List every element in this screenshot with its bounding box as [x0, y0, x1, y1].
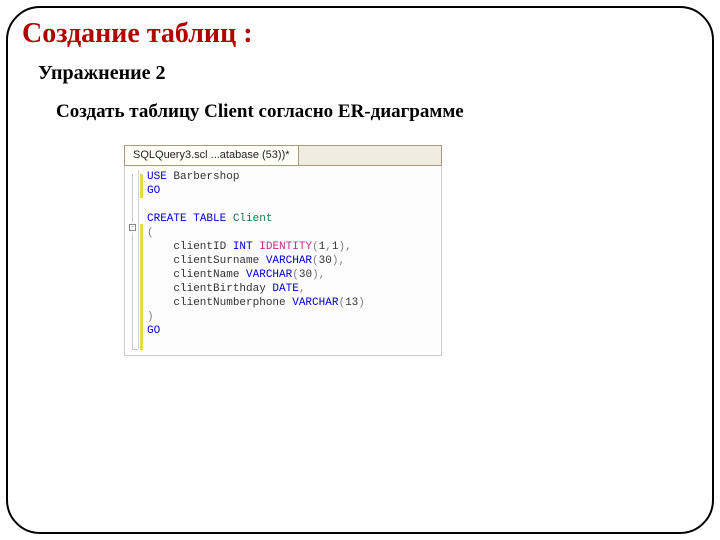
subtitle: Упражнение 2: [38, 62, 712, 85]
outline-line: [132, 233, 133, 349]
kw-go: GO: [147, 185, 160, 197]
change-bar: [140, 174, 143, 198]
outline-line: [132, 174, 133, 222]
code-token: clientNumberphone: [147, 297, 292, 309]
code-text: USE Barbershop GO CREATE TABLE Client ( …: [145, 170, 441, 349]
code-token: (: [312, 255, 319, 267]
editor-tab[interactable]: SQLQuery3.scl ...atabase (53))*: [125, 146, 299, 165]
task-text: Создать таблицу Client согласно ER-диагр…: [56, 101, 712, 123]
code-token: 13: [345, 297, 358, 309]
code-token: ,: [338, 255, 345, 267]
code-token: ,: [319, 269, 326, 281]
code-token: 30: [319, 255, 332, 267]
code-token: (: [292, 269, 299, 281]
type-varchar: VARCHAR: [266, 255, 312, 267]
fn-identity: IDENTITY: [259, 241, 312, 253]
outline-gutter: -: [125, 170, 139, 349]
code-token: clientID: [147, 241, 233, 253]
code-area: - USE Barbershop GO CREATE TABLE Client …: [124, 166, 442, 356]
code-token: ): [358, 297, 365, 309]
code-token: 1: [332, 241, 339, 253]
code-editor: SQLQuery3.scl ...atabase (53))* - USE Ba…: [124, 145, 442, 356]
code-token: clientSurname: [147, 255, 266, 267]
code-token: clientBirthday: [147, 283, 272, 295]
code-token: Client: [226, 213, 272, 225]
slide-frame: Создание таблиц : Упражнение 2 Создать т…: [6, 6, 714, 534]
page-title: Создание таблиц :: [22, 18, 712, 50]
code-token: ): [312, 269, 319, 281]
code-token: (: [312, 241, 319, 253]
type-varchar: VARCHAR: [246, 269, 292, 281]
kw-use: USE: [147, 171, 167, 183]
code-token: clientName: [147, 269, 246, 281]
change-bar-gutter: [139, 170, 145, 349]
collapse-toggle-icon[interactable]: -: [129, 224, 136, 231]
type-varchar: VARCHAR: [292, 297, 338, 309]
code-token: Barbershop: [167, 171, 240, 183]
kw-table: TABLE: [193, 213, 226, 225]
type-date: DATE: [272, 283, 298, 295]
outline-line: [132, 349, 138, 350]
change-bar: [140, 224, 143, 350]
code-token: ,: [325, 241, 332, 253]
kw-go: GO: [147, 325, 160, 337]
code-token: ,: [345, 241, 352, 253]
code-token: (: [147, 227, 154, 239]
kw-create: CREATE: [147, 213, 187, 225]
code-token: ,: [299, 283, 306, 295]
code-token: 30: [299, 269, 312, 281]
type-int: INT: [233, 241, 253, 253]
tab-bar: SQLQuery3.scl ...atabase (53))*: [124, 145, 442, 166]
code-token: ): [147, 311, 154, 323]
